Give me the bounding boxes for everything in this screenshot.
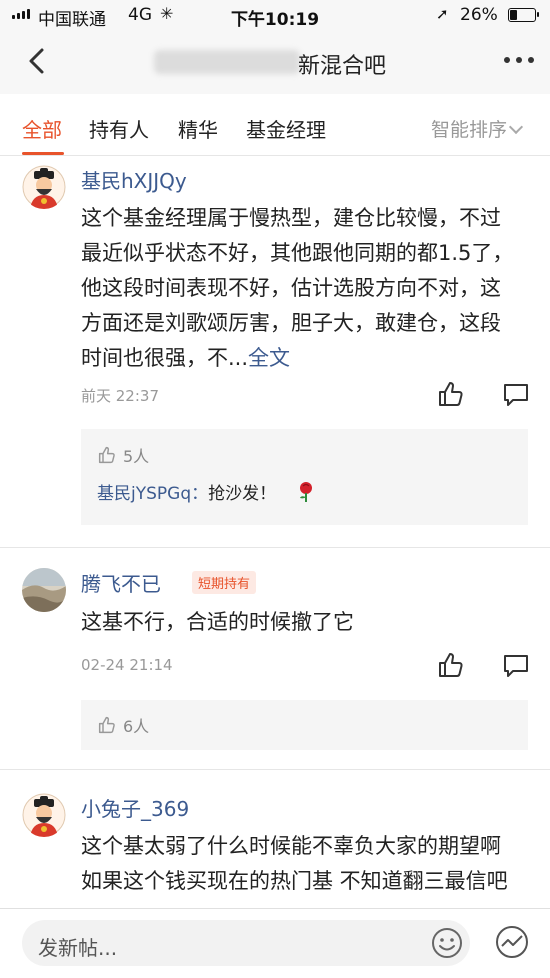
tab-all[interactable]: 全部 [22, 114, 62, 143]
compose-placeholder: 发新帖... [38, 936, 118, 960]
reply-line: 基民jYSPGq：抢沙发！ [97, 479, 316, 504]
thumbs-up-small-icon [98, 446, 115, 464]
post-text: 这个基太弱了什么时候能不辜负大家的期望啊 如果这个钱买现在的热门基 不知道翻三最… [81, 834, 508, 893]
post-content[interactable]: 这基不行，合适的时候撤了它 [81, 605, 521, 640]
post-username[interactable]: 小兔子_369 [81, 793, 189, 822]
post-username[interactable]: 基民hXJJQy [81, 165, 187, 194]
post-username[interactable]: 腾飞不已 [81, 568, 161, 597]
active-tab-indicator [22, 152, 64, 155]
rose-icon [299, 482, 312, 502]
avatar[interactable] [22, 165, 66, 209]
status-bar: 中国联通 4G ✳ 下午10:19 ➚ 26% [0, 0, 550, 30]
battery-percent: 26% [460, 5, 498, 25]
new-post-input[interactable]: 发新帖... [22, 920, 470, 966]
reply-text: 抢沙发！ [208, 484, 277, 504]
like-count: 5人 [97, 443, 149, 467]
divider [0, 769, 550, 770]
post-time: 02-24 21:14 [81, 656, 173, 674]
reply-preview[interactable]: 5人 基民jYSPGq：抢沙发！ [81, 429, 528, 525]
thumbs-up-icon[interactable] [436, 650, 466, 680]
emoji-icon[interactable] [430, 926, 464, 960]
avatar[interactable] [22, 568, 66, 612]
page-title: 新混合吧 [150, 44, 410, 80]
tab-holders[interactable]: 持有人 [89, 114, 149, 143]
page-title-text: 新混合吧 [298, 54, 387, 79]
sort-label: 智能排序 [431, 119, 508, 141]
tab-fund-manager[interactable]: 基金经理 [246, 114, 326, 143]
landscape-avatar-icon [22, 568, 66, 612]
nav-bar: 新混合吧 [0, 30, 550, 94]
like-count: 6人 [97, 713, 149, 737]
fortune-god-avatar-icon [22, 165, 66, 209]
avatar[interactable] [22, 793, 66, 837]
sort-dropdown[interactable]: 智能排序 [431, 115, 524, 142]
battery-icon [508, 8, 539, 22]
thumbs-up-small-icon [98, 716, 115, 734]
title-redaction [154, 50, 300, 74]
post-time: 前天 22:37 [81, 387, 159, 405]
comment-icon[interactable] [501, 380, 531, 410]
post-text: 这个基金经理属于慢热型，建仓比较慢，不过最近似乎状态不好，其他跟他同期的都1.5… [81, 206, 514, 370]
reply-preview[interactable]: 6人 [81, 700, 528, 750]
like-count-text: 6人 [123, 717, 150, 736]
tab-featured[interactable]: 精华 [178, 114, 218, 143]
more-icon[interactable] [502, 50, 536, 70]
fortune-god-avatar-icon [22, 793, 66, 837]
post-content[interactable]: 这个基太弱了什么时候能不辜负大家的期望啊 如果这个钱买现在的热门基 不知道翻三最… [81, 829, 521, 899]
market-chart-icon[interactable] [494, 924, 530, 960]
post-content[interactable]: 这个基金经理属于慢热型，建仓比较慢，不过最近似乎状态不好，其他跟他同期的都1.5… [81, 201, 521, 376]
chevron-down-icon [508, 119, 524, 135]
holding-badge: 短期持有 [192, 571, 257, 594]
thumbs-up-icon[interactable] [436, 379, 466, 409]
reply-username[interactable]: 基民jYSPGq： [97, 484, 208, 504]
post-text: 这基不行，合适的时候撤了它 [81, 610, 354, 634]
read-more-link[interactable]: 全文 [248, 346, 290, 370]
post-feed: 基民hXJJQy 这个基金经理属于慢热型，建仓比较慢，不过最近似乎状态不好，其他… [0, 157, 550, 908]
comment-icon[interactable] [501, 651, 531, 681]
compose-bar: 发新帖... [0, 908, 550, 978]
back-arrow-icon[interactable] [22, 46, 52, 76]
like-count-text: 5人 [123, 447, 150, 466]
location-icon: ➚ [436, 5, 449, 23]
tab-bar: 全部 持有人 精华 基金经理 智能排序 [0, 94, 550, 156]
divider [0, 547, 550, 548]
